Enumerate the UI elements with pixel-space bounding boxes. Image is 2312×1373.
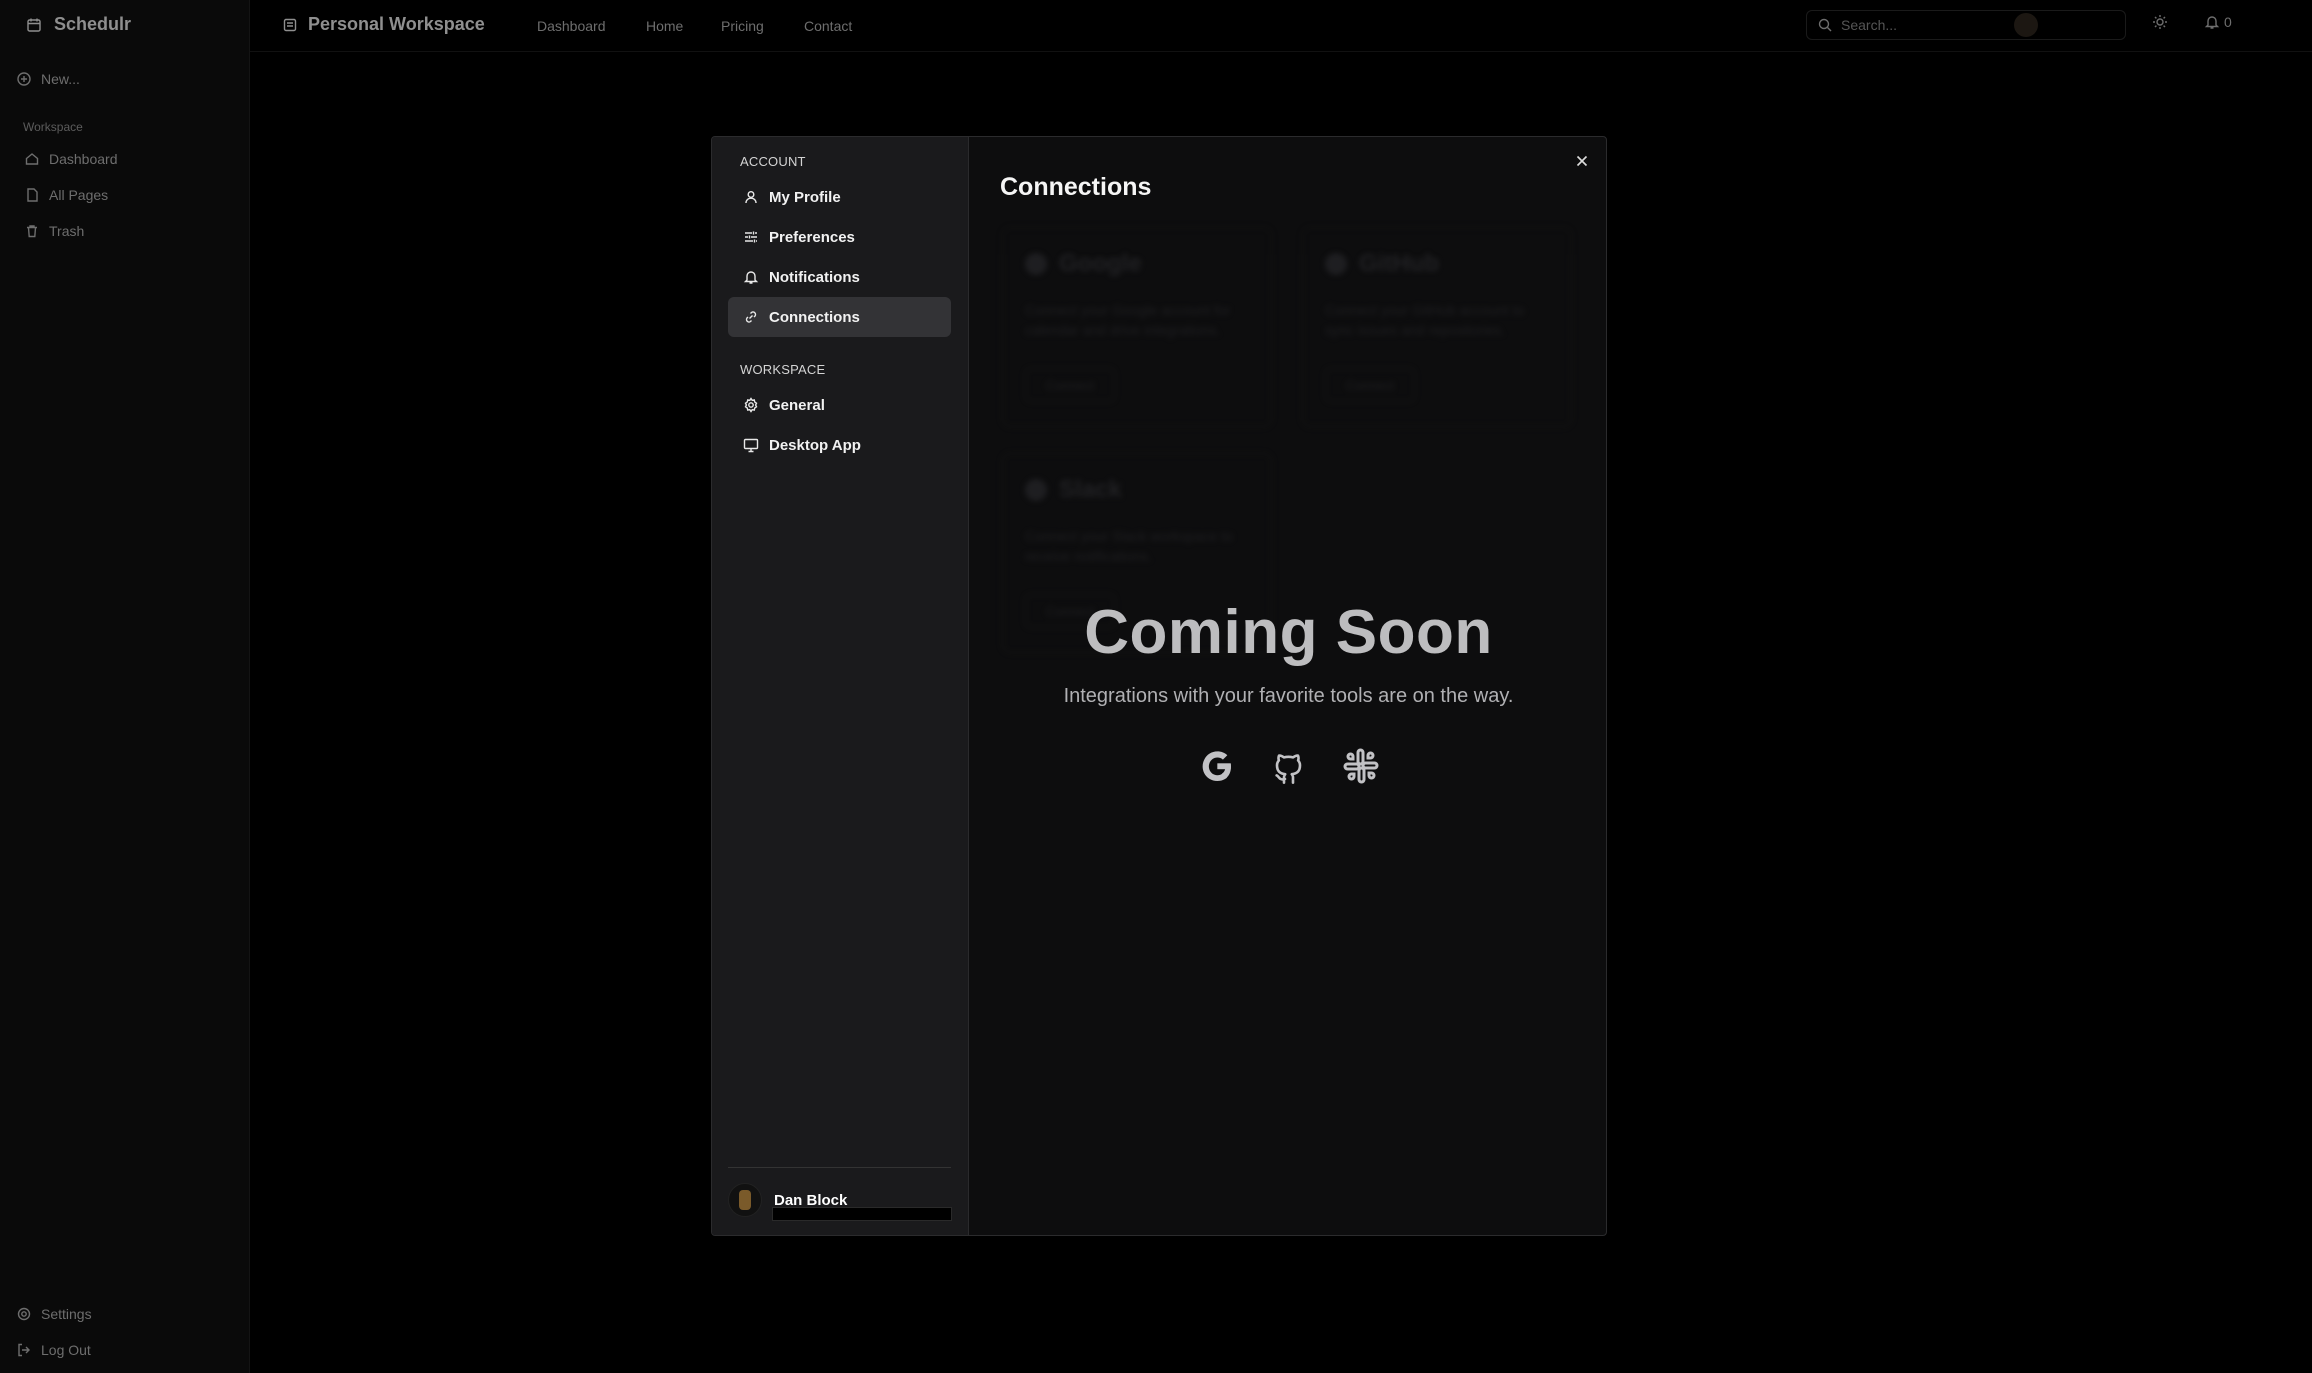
settings-item-label: Preferences	[769, 228, 855, 246]
theme-toggle[interactable]	[2152, 14, 2168, 30]
notification-count: 0	[2224, 14, 2232, 30]
card-description: Connect your Google account for calendar…	[1025, 302, 1231, 338]
close-icon[interactable]	[1574, 153, 1590, 169]
settings-modal: ACCOUNT My Profile Preferences Notificat…	[711, 136, 1607, 1236]
settings-item-connections[interactable]: Connections	[728, 297, 951, 337]
user-card[interactable]: Dan Block	[728, 1183, 952, 1221]
sidebar-divider	[728, 1167, 951, 1168]
card-name: GitHub	[1359, 250, 1439, 277]
integration-card-google: Google Connect your Google account for c…	[1002, 227, 1272, 427]
settings-sidebar: ACCOUNT My Profile Preferences Notificat…	[712, 137, 969, 1235]
sun-icon	[2152, 14, 2168, 30]
card-description: Connect your Slack workspace to receive …	[1025, 528, 1233, 564]
page-title: Connections	[1000, 173, 1152, 201]
connect-button: Connect	[1325, 368, 1415, 402]
connect-button: Connect	[1025, 368, 1115, 402]
link-icon	[743, 309, 759, 325]
sidebar-item-dashboard[interactable]: Dashboard	[24, 151, 118, 167]
file-icon	[24, 187, 40, 203]
topbar: Personal Workspace Dashboard Home Pricin…	[250, 0, 2312, 52]
bell-icon	[2204, 14, 2220, 30]
coming-soon-overlay: Coming Soon Integrations with your favor…	[969, 597, 1606, 786]
coming-soon-title: Coming Soon	[1084, 598, 1493, 667]
card-name: Slack	[1059, 476, 1122, 503]
user-avatar[interactable]	[2014, 13, 2038, 37]
new-label: New...	[41, 71, 80, 87]
settings-item-label: Desktop App	[769, 436, 861, 454]
search-icon	[1817, 17, 1833, 33]
settings-item-my-profile[interactable]: My Profile	[728, 177, 951, 217]
nav-pricing[interactable]: Pricing	[721, 18, 764, 34]
account-heading: ACCOUNT	[740, 154, 806, 169]
logout-label: Log Out	[41, 1342, 91, 1358]
sidebar-item-label: Dashboard	[49, 151, 118, 167]
sidebar-item-all-pages[interactable]: All Pages	[24, 187, 108, 203]
sliders-icon	[743, 229, 759, 245]
calendar-icon	[26, 17, 42, 33]
user-name: Dan Block	[774, 1191, 848, 1209]
settings-item-notifications[interactable]: Notifications	[728, 257, 951, 297]
settings-label: Settings	[41, 1306, 92, 1322]
bell-icon	[743, 269, 759, 285]
nav-home[interactable]: Home	[646, 18, 683, 34]
coming-soon-subtitle: Integrations with your favorite tools ar…	[1063, 685, 1514, 707]
nav-dashboard[interactable]: Dashboard	[537, 18, 606, 34]
user-email-redacted	[772, 1207, 952, 1221]
new-page-button[interactable]: New...	[16, 71, 80, 87]
settings-item-label: General	[769, 396, 825, 414]
search-input[interactable]: Search...	[1806, 10, 2126, 40]
brand[interactable]: Schedulr	[26, 14, 131, 35]
google-icon	[1197, 746, 1237, 786]
sidebar-item-trash[interactable]: Trash	[24, 223, 84, 239]
workspace-title-text: Personal Workspace	[308, 14, 485, 34]
google-icon	[1025, 253, 1047, 275]
settings-item-label: Connections	[769, 308, 860, 326]
nav-contact[interactable]: Contact	[804, 18, 852, 34]
workspace-heading: WORKSPACE	[740, 362, 826, 377]
gear-icon	[16, 1306, 32, 1322]
user-icon	[743, 189, 759, 205]
settings-item-preferences[interactable]: Preferences	[728, 217, 951, 257]
workspace-heading: Workspace	[23, 120, 83, 134]
integration-icons	[969, 746, 1606, 786]
workspace-icon	[282, 17, 298, 33]
workspace-title[interactable]: Personal Workspace	[282, 14, 485, 35]
brand-name: Schedulr	[54, 14, 132, 34]
card-description: Connect your GitHub account to sync issu…	[1325, 302, 1525, 338]
logout-icon	[16, 1342, 32, 1358]
home-icon	[24, 151, 40, 167]
user-avatar	[728, 1183, 762, 1217]
slack-icon	[1341, 746, 1381, 786]
integration-card-github: GitHub Connect your GitHub account to sy…	[1302, 227, 1572, 427]
plus-circle-icon	[16, 71, 32, 87]
slack-icon	[1025, 479, 1047, 501]
notifications-button[interactable]: 0	[2204, 14, 2232, 30]
app-sidebar: Schedulr New... Workspace Dashboard All …	[0, 0, 250, 1373]
gear-icon	[743, 397, 759, 413]
monitor-icon	[743, 437, 759, 453]
settings-item-label: Notifications	[769, 268, 860, 286]
search-placeholder: Search...	[1841, 17, 1898, 33]
settings-item-desktop-app[interactable]: Desktop App	[728, 425, 951, 465]
github-icon	[1269, 746, 1309, 786]
card-name: Google	[1059, 250, 1142, 277]
trash-icon	[24, 223, 40, 239]
github-icon	[1325, 253, 1347, 275]
sidebar-item-label: Trash	[49, 223, 85, 239]
settings-link[interactable]: Settings	[16, 1306, 92, 1322]
sidebar-item-label: All Pages	[49, 187, 109, 203]
logout-link[interactable]: Log Out	[16, 1342, 91, 1358]
settings-item-general[interactable]: General	[728, 385, 951, 425]
settings-item-label: My Profile	[769, 188, 841, 206]
